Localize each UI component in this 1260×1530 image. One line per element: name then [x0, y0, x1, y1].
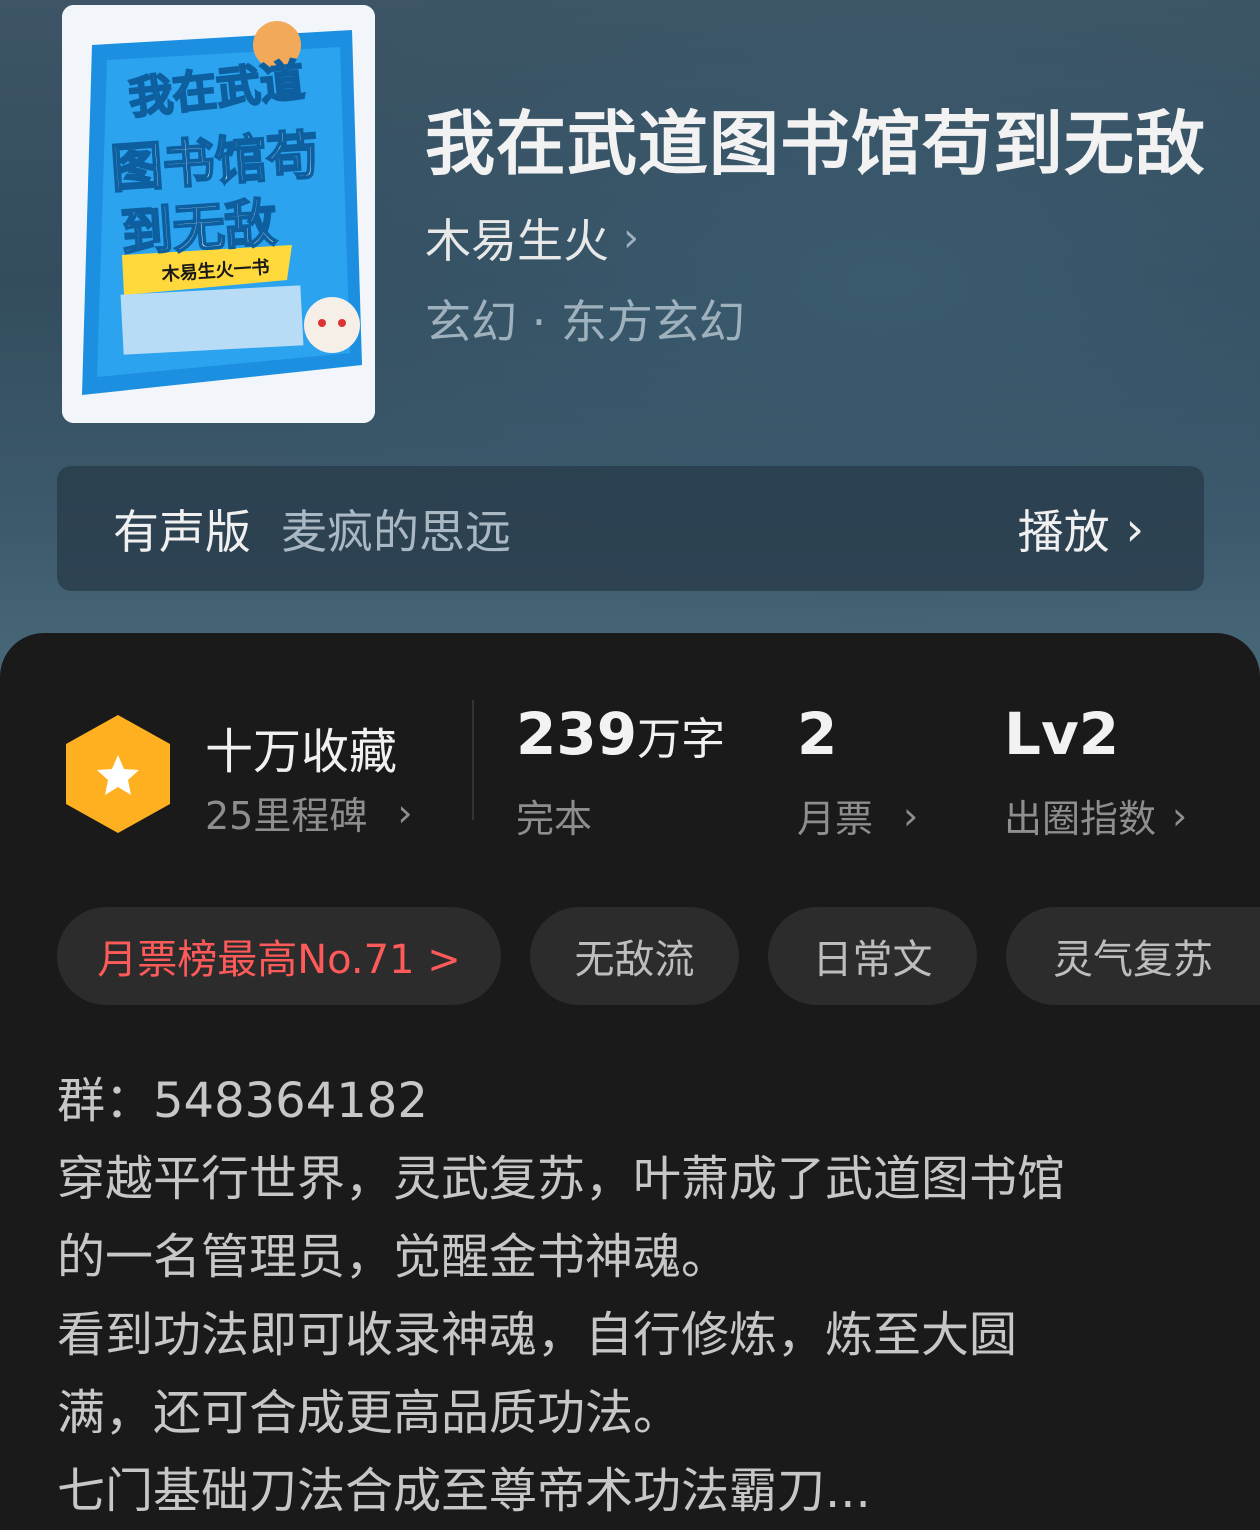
author-link[interactable]: 木易生火 ›: [425, 205, 639, 271]
description-line: 七门基础刀法合成至尊帝术功法霸刀...: [57, 1463, 871, 1519]
monthly-votes-label: 月票: [797, 797, 874, 841]
book-status: 完本: [516, 797, 593, 841]
word-count-number: 239: [516, 700, 638, 768]
description-line: 看到功法即可收录神魂，自行修炼，炼至大圆: [57, 1307, 1018, 1363]
favorites-title: 十万收藏: [205, 724, 398, 780]
book-description[interactable]: 群：548364182 穿越平行世界，灵武复苏，叶萧成了武道图书馆 的一名管理员…: [57, 1062, 1207, 1530]
milestones-label: 25里程碑: [205, 794, 368, 838]
book-title: 我在武道图书馆苟到无敌: [425, 102, 1206, 185]
chevron-right-icon: ›: [903, 793, 919, 838]
audio-version-bar[interactable]: 有声版 麦疯的思远 播放 ›: [57, 466, 1204, 591]
tag-spiritual-revival[interactable]: 灵气复苏: [1006, 907, 1260, 1005]
tag-invincible[interactable]: 无敌流: [530, 907, 739, 1005]
monthly-votes-link[interactable]: 月票 ›: [797, 788, 918, 843]
tag-monthly-rank[interactable]: 月票榜最高No.71 >: [57, 907, 501, 1005]
influence-label: 出圈指数: [1004, 797, 1157, 841]
chevron-right-icon: ›: [1125, 501, 1144, 556]
favorites-badge-icon: [66, 715, 170, 833]
cover-title-line-3: 到无敌: [119, 194, 279, 265]
book-cover[interactable]: 我在武道 图书馆苟 到无敌 木易生火一书: [62, 5, 375, 423]
chevron-right-icon: ›: [623, 215, 639, 261]
author-name: 木易生火: [425, 214, 609, 268]
tag-daily[interactable]: 日常文: [768, 907, 977, 1005]
audio-play-button[interactable]: 播放 ›: [1018, 496, 1144, 562]
book-genre: 玄幻 · 东方玄幻: [425, 295, 745, 349]
chevron-right-icon: ›: [397, 790, 413, 835]
chevron-right-icon: ›: [1172, 793, 1188, 838]
audio-narrator: 麦疯的思远: [281, 504, 511, 559]
description-line: 满，还可合成更高品质功法。: [57, 1385, 682, 1441]
influence-index-link[interactable]: 出圈指数 ›: [1004, 788, 1187, 843]
word-count-unit: 万字: [637, 714, 726, 765]
milestones-link[interactable]: 25里程碑 ›: [205, 785, 413, 840]
audio-label: 有声版: [113, 504, 251, 559]
description-line: 群：548364182: [57, 1073, 428, 1129]
description-line: 穿越平行世界，灵武复苏，叶萧成了武道图书馆: [57, 1151, 1066, 1207]
stats-divider: [472, 700, 474, 820]
monthly-votes-count: 2: [797, 700, 838, 768]
word-count: 239万字: [516, 700, 725, 768]
play-label: 播放: [1017, 504, 1110, 559]
influence-level: Lv2: [1004, 700, 1120, 768]
description-line: 的一名管理员，觉醒金书神魂。: [57, 1229, 730, 1285]
